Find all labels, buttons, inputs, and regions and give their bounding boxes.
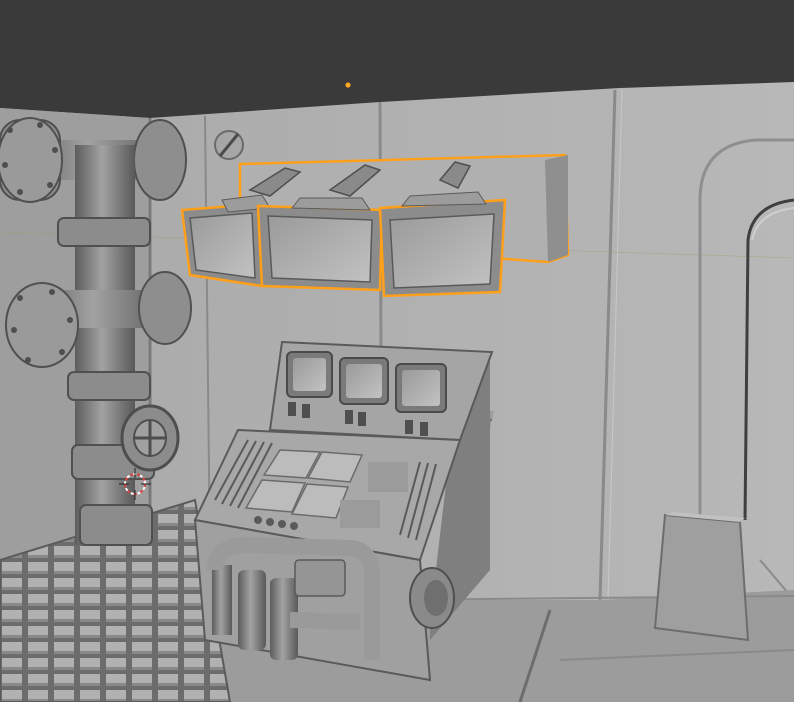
monitor-3	[378, 191, 507, 298]
3d-viewport[interactable]	[0, 0, 794, 702]
monitor-2	[256, 197, 384, 292]
monitor-1	[180, 194, 271, 288]
floor-box	[653, 512, 750, 642]
valve-wheel	[120, 404, 180, 472]
origin-dot-icon	[344, 81, 352, 89]
